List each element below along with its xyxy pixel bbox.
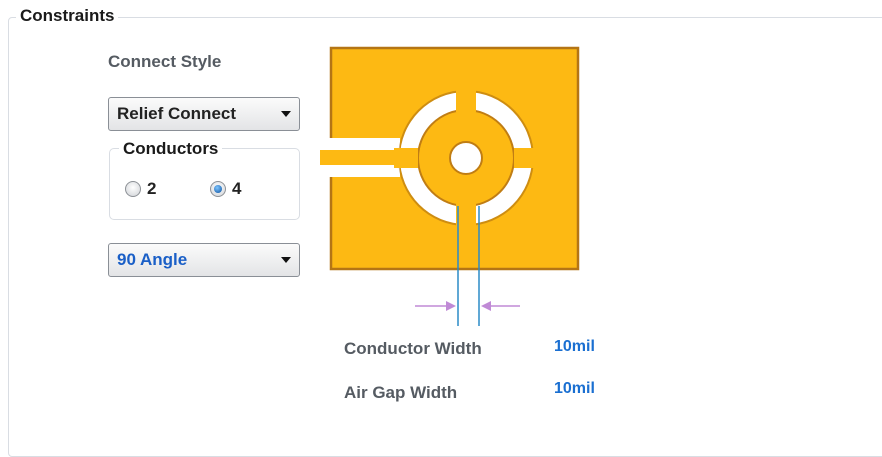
- spoke-top: [456, 88, 476, 112]
- trace-gap-lower: [322, 165, 400, 177]
- air-gap-width-value[interactable]: 10mil: [554, 380, 595, 398]
- spoke-right: [514, 148, 538, 168]
- dimension-arrow-left: [415, 301, 456, 311]
- drill-hole: [449, 141, 483, 175]
- trace: [320, 150, 402, 165]
- spoke-left: [394, 148, 418, 168]
- thermal-relief-diagram: [320, 46, 580, 326]
- dimension-arrow-right: [481, 301, 520, 311]
- spoke-bottom: [456, 204, 476, 228]
- conductor-width-value[interactable]: 10mil: [554, 338, 595, 356]
- conductor-width-label: Conductor Width: [344, 339, 482, 358]
- air-gap-width-label: Air Gap Width: [344, 383, 458, 402]
- trace-gap-upper: [322, 138, 400, 150]
